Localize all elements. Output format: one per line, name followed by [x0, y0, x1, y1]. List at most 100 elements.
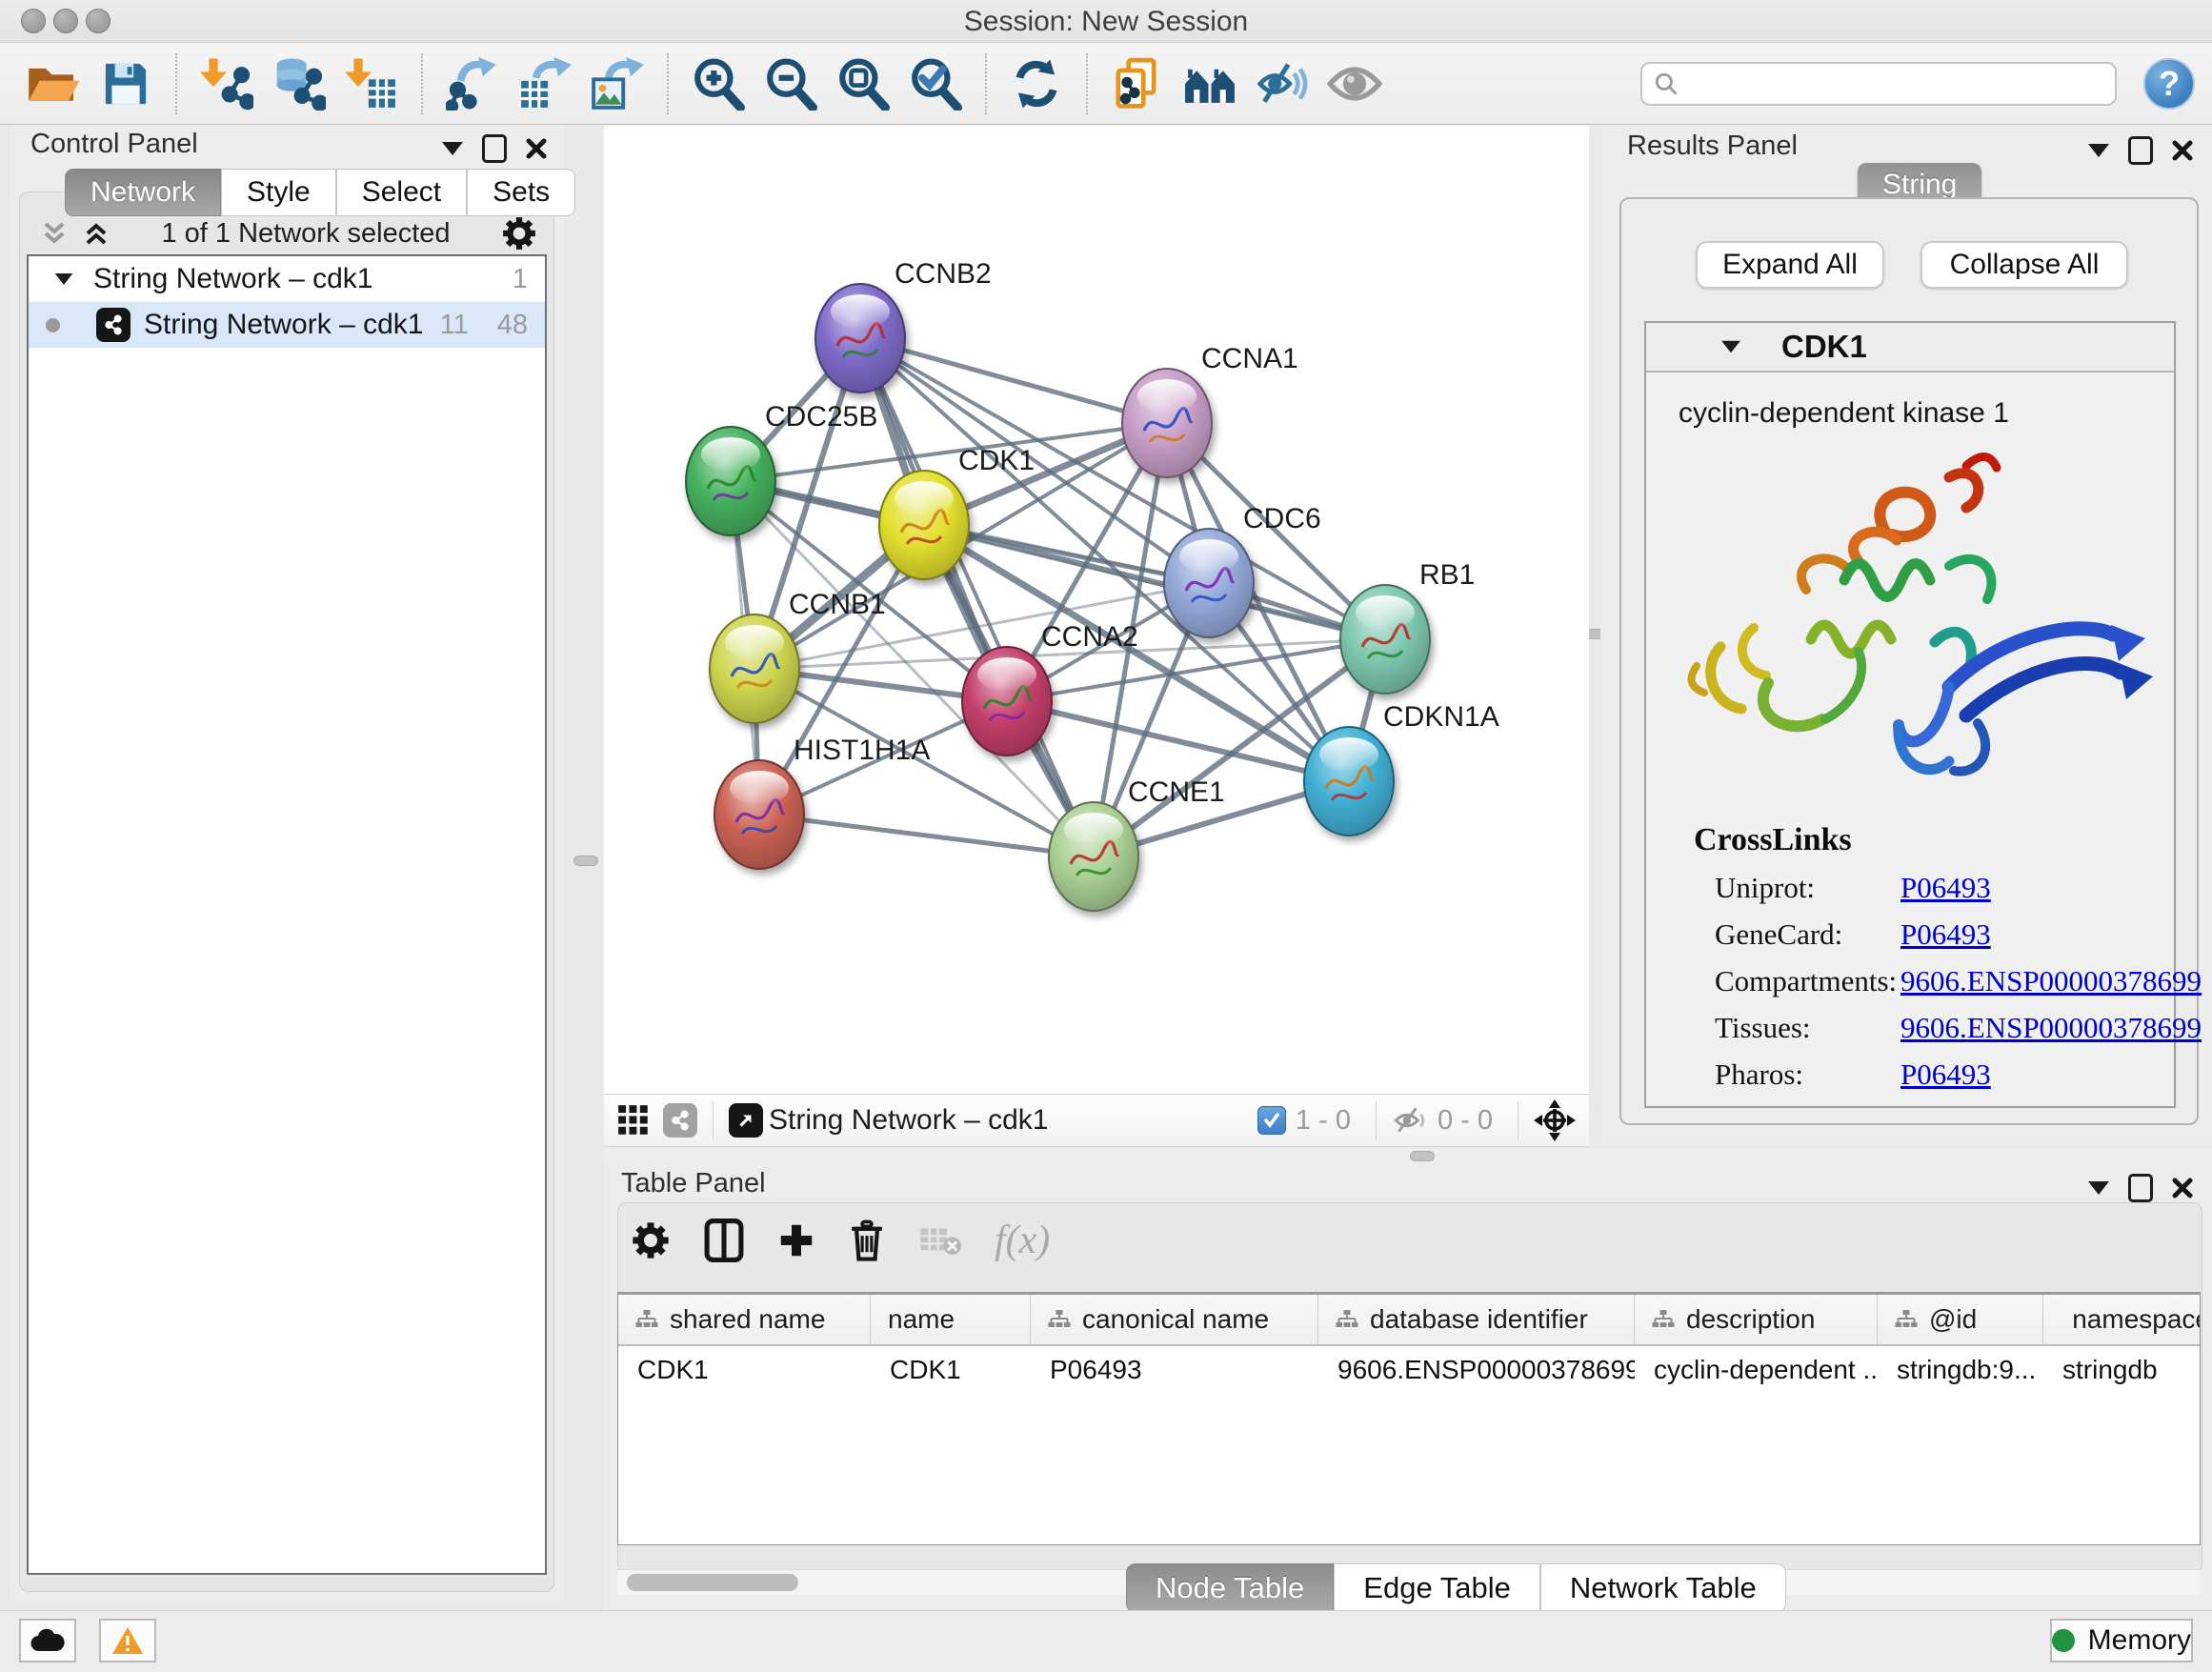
network-node-cdc6[interactable]: [1164, 529, 1254, 637]
tab-style[interactable]: Style: [221, 169, 336, 216]
table-cell[interactable]: P06493: [1031, 1346, 1318, 1394]
panel-float-icon[interactable]: [2128, 1174, 2153, 1202]
protein-section-header[interactable]: CDK1: [1646, 323, 2174, 373]
network-node-cdk1[interactable]: [879, 471, 969, 579]
zoom-out-button[interactable]: [761, 54, 820, 113]
grid-view-icon[interactable]: [617, 1104, 650, 1137]
table-row[interactable]: CDK1CDK1P064939606.ENSP00000378699cyclin…: [618, 1346, 2200, 1394]
collapse-all-icon[interactable]: [40, 220, 69, 247]
panel-float-icon[interactable]: [2128, 136, 2153, 165]
import-table-button[interactable]: [342, 54, 401, 113]
column-header-database-identifier[interactable]: database identifier: [1318, 1295, 1635, 1344]
column-header-name[interactable]: name: [871, 1295, 1031, 1344]
crosslink-link[interactable]: 9606.ENSP00000378699: [1900, 1011, 2202, 1045]
network-node-cdkn1a[interactable]: [1304, 727, 1394, 836]
network-node-ccne1[interactable]: [1049, 802, 1138, 911]
zoom-in-button[interactable]: [689, 54, 748, 113]
refresh-button[interactable]: [1007, 54, 1066, 113]
table-cell[interactable]: CDK1: [871, 1346, 1031, 1394]
tab-select[interactable]: Select: [336, 169, 467, 216]
open-in-new-icon[interactable]: [729, 1103, 763, 1138]
panel-close-icon[interactable]: [526, 138, 547, 159]
network-edge[interactable]: [860, 338, 1094, 856]
column-header--id[interactable]: @id: [1878, 1295, 2043, 1344]
crosslink-link[interactable]: P06493: [1900, 871, 1991, 905]
crosslink-link[interactable]: 9606.ENSP00000378699: [1900, 964, 2202, 998]
network-node-ccna1[interactable]: [1122, 369, 1212, 477]
gear-icon[interactable]: [631, 1220, 671, 1260]
table-cell[interactable]: stringdb:9...: [1878, 1346, 2043, 1394]
zoom-selected-button[interactable]: [906, 54, 965, 113]
cloud-button[interactable]: [19, 1619, 76, 1662]
network-node-ccnb2[interactable]: [815, 284, 905, 393]
scrollbar-thumb[interactable]: [627, 1574, 798, 1591]
delete-column-icon[interactable]: [848, 1219, 886, 1261]
network-node-hist1h1a[interactable]: [714, 760, 804, 869]
network-node-ccna2[interactable]: [962, 647, 1052, 755]
table-cell[interactable]: 9606.ENSP00000378699: [1318, 1346, 1635, 1394]
add-column-icon[interactable]: [777, 1221, 815, 1259]
tab-node-table[interactable]: Node Table: [1126, 1563, 1334, 1613]
table-cell[interactable]: stringdb: [2043, 1346, 2201, 1394]
export-network-button[interactable]: [443, 54, 502, 113]
search-input[interactable]: [1688, 68, 2103, 100]
table-cell[interactable]: cyclin-dependent ...: [1635, 1346, 1878, 1394]
tab-network[interactable]: Network: [65, 169, 221, 216]
export-image-button[interactable]: [588, 54, 647, 113]
network-node-rb1[interactable]: [1340, 585, 1430, 694]
column-header-description[interactable]: description: [1635, 1295, 1878, 1344]
import-network-file-button[interactable]: [197, 54, 256, 113]
crosslink-link[interactable]: P06493: [1900, 1058, 1991, 1092]
network-edge[interactable]: [759, 815, 1094, 856]
vertical-splitter-handle[interactable]: [573, 856, 598, 866]
tab-network-table[interactable]: Network Table: [1540, 1563, 1786, 1613]
search-field[interactable]: [1640, 62, 2117, 106]
node-table[interactable]: shared namename canonical name database …: [617, 1292, 2201, 1545]
network-edge[interactable]: [1007, 701, 1349, 781]
birdseye-icon[interactable]: [1534, 1099, 1576, 1141]
tree-expand-icon[interactable]: [55, 273, 73, 285]
column-header-canonical-name[interactable]: canonical name: [1031, 1295, 1318, 1344]
crosslink-link[interactable]: P06493: [1900, 917, 1991, 952]
string-view-icon[interactable]: [663, 1103, 697, 1138]
export-table-button[interactable]: [515, 54, 574, 113]
panel-menu-icon[interactable]: [442, 142, 463, 155]
network-node-cdc25b[interactable]: [686, 427, 775, 535]
memory-button[interactable]: Memory: [2050, 1619, 2193, 1662]
network-row-selected[interactable]: String Network – cdk1 11 48: [29, 302, 545, 348]
network-overview-button[interactable]: [1180, 54, 1239, 113]
panel-float-icon[interactable]: [482, 134, 507, 163]
duplicate-network-button[interactable]: [1108, 54, 1167, 113]
help-button[interactable]: ?: [2143, 58, 2195, 110]
network-collection-row[interactable]: String Network – cdk1 1: [29, 256, 545, 302]
panel-menu-icon[interactable]: [2088, 144, 2109, 157]
save-session-button[interactable]: [96, 54, 155, 113]
crosslink-row: Uniprot:P06493: [1715, 871, 2174, 905]
expand-all-icon[interactable]: [82, 220, 111, 247]
import-network-database-button[interactable]: [270, 54, 329, 113]
table-cell[interactable]: CDK1: [618, 1346, 871, 1394]
selected-checkbox-icon[interactable]: [1257, 1106, 1286, 1135]
panel-close-icon[interactable]: [2172, 1178, 2193, 1199]
show-graphics-button[interactable]: [1325, 54, 1384, 113]
tab-sets[interactable]: Sets: [467, 169, 575, 216]
open-session-button[interactable]: [24, 54, 83, 113]
zoom-fit-button[interactable]: [834, 54, 893, 113]
section-collapse-icon[interactable]: [1721, 341, 1740, 353]
hide-graphics-button[interactable]: [1253, 54, 1312, 113]
panel-close-icon[interactable]: [2172, 140, 2193, 161]
show-columns-icon[interactable]: [703, 1219, 745, 1262]
network-node-ccnb1[interactable]: [710, 614, 799, 723]
network-edge[interactable]: [924, 525, 1385, 639]
panel-menu-icon[interactable]: [2088, 1181, 2109, 1195]
horizontal-splitter[interactable]: [604, 1149, 2212, 1164]
gear-icon[interactable]: [501, 215, 537, 252]
collapse-all-button[interactable]: Collapse All: [1920, 241, 2128, 289]
tab-edge-table[interactable]: Edge Table: [1334, 1563, 1540, 1613]
warnings-button[interactable]: [99, 1619, 156, 1662]
expand-all-button[interactable]: Expand All: [1696, 241, 1884, 289]
network-canvas[interactable]: CCNB2CCNA1CDC25BCDK1CDC6RB1CCNB1CCNA2CDK…: [604, 126, 1589, 1094]
column-header-shared-name[interactable]: shared name: [618, 1295, 871, 1344]
horizontal-splitter-handle[interactable]: [1410, 1151, 1435, 1161]
column-header-namespace[interactable]: namespace: [2043, 1295, 2201, 1344]
